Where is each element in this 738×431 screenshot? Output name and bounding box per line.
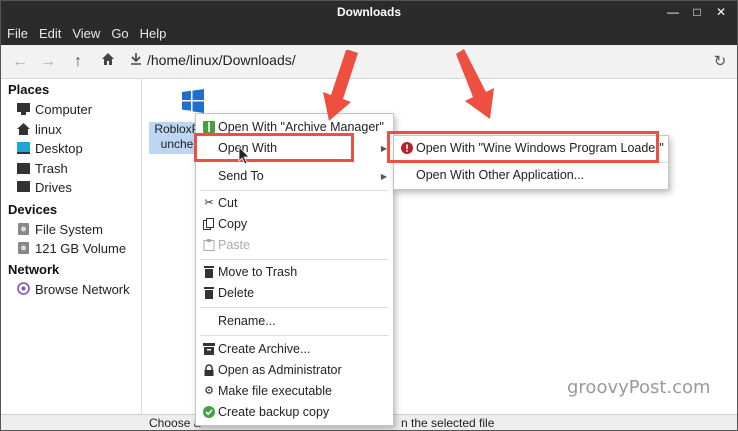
network-header: Network	[8, 262, 60, 277]
location-path[interactable]: /home/linux/Downloads/	[131, 52, 296, 68]
close-icon[interactable]: ✕	[713, 4, 729, 20]
backup-icon	[203, 406, 215, 418]
home-icon[interactable]	[97, 51, 119, 73]
menu-item-create-backup[interactable]: Create backup copy	[196, 402, 393, 423]
menu-separator	[200, 259, 389, 260]
maximize-icon[interactable]: □	[689, 4, 705, 20]
menu-item-send-to[interactable]: Send To ▶	[196, 166, 393, 187]
menu-item-cut[interactable]: ✂ Cut	[196, 193, 393, 214]
devices-header: Devices	[8, 202, 58, 217]
submenu-arrow-icon: ▶	[380, 172, 387, 181]
sidebar-item-file-system[interactable]: File System	[17, 222, 103, 240]
disk-icon	[17, 242, 30, 254]
menu-separator	[200, 335, 389, 336]
menu-separator	[200, 190, 389, 191]
highlight-box-open-with	[194, 133, 354, 162]
minimize-icon[interactable]: —	[665, 4, 681, 20]
clipboard-icon	[203, 239, 215, 251]
menu-item-move-to-trash[interactable]: Move to Trash	[196, 262, 393, 283]
network-icon	[17, 282, 30, 295]
sidebar-item-browse-network[interactable]: Browse Network	[17, 282, 130, 300]
windows-logo-icon[interactable]	[180, 88, 206, 114]
watermark: groovyPost.com	[567, 377, 711, 398]
archive-icon	[203, 121, 215, 133]
sidebar-item-trash[interactable]: Trash	[17, 161, 68, 179]
lock-icon	[203, 364, 215, 376]
sidebar: Places Computer linux Desktop Trash Driv…	[1, 79, 142, 414]
forward-arrow-icon[interactable]: →	[37, 51, 59, 73]
menu-help[interactable]: Help	[134, 23, 172, 41]
home-icon	[17, 123, 30, 135]
reload-icon[interactable]: ↻	[709, 51, 731, 73]
window-title: Downloads	[336, 5, 401, 19]
monitor-icon	[17, 103, 30, 115]
menu-view[interactable]: View	[66, 23, 105, 41]
trash-icon	[203, 287, 215, 299]
trash-icon	[203, 266, 215, 278]
up-arrow-icon[interactable]: ↑	[67, 51, 89, 73]
copy-icon	[203, 218, 215, 230]
menu-item-make-executable[interactable]: ⚙ Make file executable	[196, 381, 393, 402]
menu-edit[interactable]: Edit	[33, 23, 66, 41]
sidebar-item-drives[interactable]: Drives	[17, 180, 72, 198]
archive-box-icon	[203, 343, 215, 355]
menu-bar: File Edit View Go Help	[1, 23, 737, 45]
toolbar: ← → ↑ /home/linux/Downloads/ ↻	[1, 45, 737, 79]
highlight-box-wine-loader	[387, 131, 659, 163]
menu-go[interactable]: Go	[105, 23, 133, 41]
sidebar-item-computer[interactable]: Computer	[17, 102, 92, 120]
sidebar-item-desktop[interactable]: Desktop	[17, 141, 83, 159]
menu-item-delete[interactable]: Delete	[196, 283, 393, 304]
sidebar-item-volume[interactable]: 121 GB Volume	[17, 241, 126, 259]
menu-item-rename[interactable]: Rename...	[196, 311, 393, 332]
drive-icon	[17, 181, 30, 193]
menu-item-copy[interactable]: Copy	[196, 214, 393, 235]
gears-icon: ⚙	[204, 385, 214, 397]
desktop-icon	[17, 142, 30, 154]
menu-item-paste[interactable]: Paste	[196, 235, 393, 256]
download-icon	[131, 52, 141, 68]
status-text-right: n the selected file	[401, 416, 495, 430]
menu-item-open-as-admin[interactable]: Open as Administrator	[196, 360, 393, 381]
back-arrow-icon[interactable]: ←	[9, 51, 31, 73]
menu-separator	[200, 307, 389, 308]
status-text: Choose a	[149, 416, 201, 430]
path-text: /home/linux/Downloads/	[147, 52, 296, 68]
menu-item-other-application[interactable]: Open With Other Application...	[394, 165, 668, 186]
sidebar-item-linux[interactable]: linux	[17, 122, 62, 140]
trash-icon	[17, 162, 30, 174]
title-bar: Downloads — □ ✕	[1, 1, 737, 23]
places-header: Places	[8, 82, 50, 97]
menu-file[interactable]: File	[1, 23, 33, 41]
disk-icon	[17, 223, 30, 235]
menu-item-create-archive[interactable]: Create Archive...	[196, 339, 393, 360]
scissors-icon: ✂	[204, 197, 214, 209]
